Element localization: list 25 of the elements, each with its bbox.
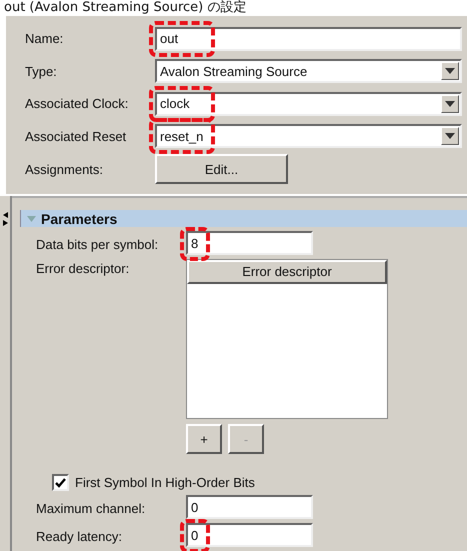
- section-title: Parameters: [41, 210, 118, 226]
- text-field[interactable]: 0: [186, 495, 313, 519]
- dropdown[interactable]: Avalon Streaming Source: [155, 59, 462, 84]
- field-label: Assignments:: [25, 162, 104, 176]
- add-button[interactable]: +: [186, 424, 222, 454]
- dropdown[interactable]: clock: [155, 92, 462, 116]
- text-field[interactable]: 0: [186, 523, 313, 547]
- edit-button[interactable]: Edit...: [155, 154, 288, 184]
- text-field[interactable]: 8: [186, 231, 313, 255]
- field-label: Ready latency:: [36, 528, 123, 544]
- field-label: Data bits per symbol:: [36, 236, 160, 252]
- dropdown[interactable]: reset_n: [155, 124, 462, 148]
- checkbox[interactable]: [52, 474, 69, 491]
- parameters-header[interactable]: Parameters: [20, 210, 467, 227]
- name-field[interactable]: out: [155, 26, 462, 51]
- column-header[interactable]: Error descriptor: [187, 260, 387, 284]
- field-label: Error descriptor:: [36, 260, 130, 276]
- field-label: Associated Clock:: [25, 96, 130, 112]
- field-label: Name:: [25, 31, 64, 46]
- checkbox-label: First Symbol In High-Order Bits: [75, 475, 255, 490]
- caption-text: out (Avalon Streaming Source) の設定: [3, 0, 248, 16]
- field-label: Associated Reset: [25, 128, 128, 144]
- field-label: Type:: [25, 64, 58, 79]
- field-label: Maximum channel:: [36, 500, 146, 516]
- splitter-arrows-icon[interactable]: [3, 212, 8, 226]
